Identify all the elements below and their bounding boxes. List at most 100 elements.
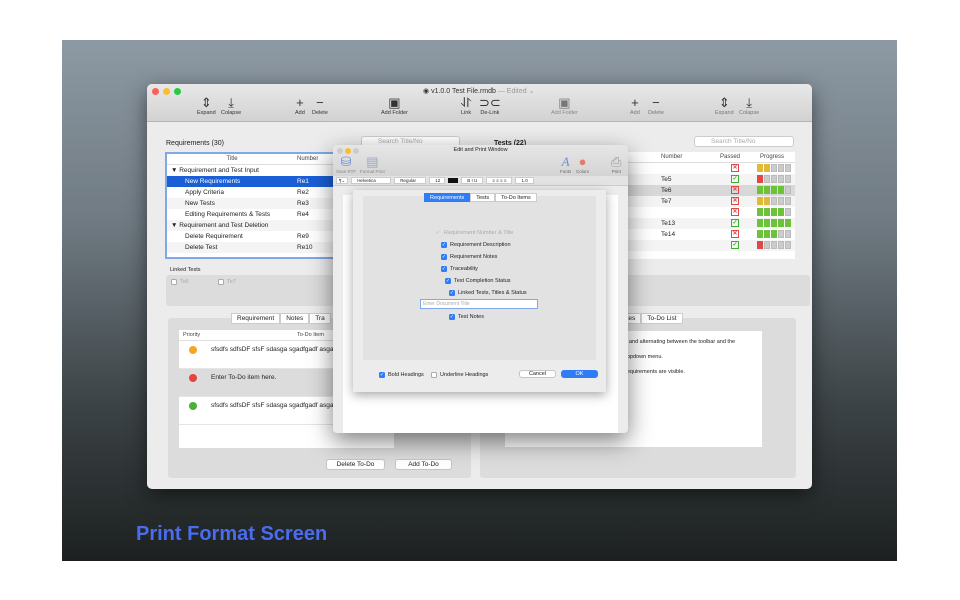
linked-test-checkbox[interactable]: Te6 <box>171 279 189 285</box>
progress-segment <box>757 208 763 216</box>
requirements-table: Title Number ▼ Requirement and Test Input… <box>165 152 337 259</box>
format-print-button[interactable]: ▤ Format Print <box>360 154 385 175</box>
fonts-button[interactable]: A Fonts <box>560 155 571 175</box>
progress-segment <box>785 164 791 172</box>
document-title-input[interactable]: Enter Document Title <box>420 299 538 309</box>
table-row[interactable]: Editing Requirements & Tests Re4 <box>167 209 335 220</box>
dialog-toolbar: Edit and Print Window ⛁ Save RTF ▤ Format … <box>333 145 628 176</box>
delink-button[interactable]: ⊃⊂ De-Link <box>479 96 501 117</box>
underline-headings-checkbox[interactable]: Underline Headings <box>431 372 488 378</box>
row-number: Re10 <box>297 244 313 251</box>
progress-segment <box>778 241 784 249</box>
progress-segment <box>771 175 777 183</box>
delete-button[interactable]: − Delete <box>312 96 328 117</box>
document-icon: ◉ <box>423 88 432 95</box>
collapse-tests-button[interactable]: ⤓ Colapse <box>739 96 759 117</box>
delete-test-button[interactable]: − Delete <box>648 96 664 117</box>
column-number[interactable]: Number <box>661 152 682 163</box>
size-select[interactable]: 12 <box>429 177 446 184</box>
delete-todo-button[interactable]: Delete To-Do <box>326 459 385 470</box>
checkbox-icon: ✓ <box>445 278 451 284</box>
tab-traceability[interactable]: Tra <box>309 313 331 324</box>
colors-button[interactable]: ● Colors <box>576 155 589 175</box>
line-spacing-select[interactable]: 1.0 <box>515 177 534 184</box>
column-number[interactable]: Number <box>297 154 318 164</box>
expand-tests-button[interactable]: ⇕ Expand <box>715 96 734 117</box>
format-icon: ▤ <box>366 154 379 169</box>
print-option-checkbox[interactable]: ✓ Traceability <box>441 266 478 272</box>
print-option-checkbox[interactable]: ✓ Test Completion Status <box>445 278 511 284</box>
failed-x-icon: ✕ <box>731 208 739 216</box>
add-folder-button-right[interactable]: ▣ Add Folder <box>551 96 578 117</box>
priority-dot-icon[interactable] <box>189 346 197 354</box>
dialog-title: Edit and Print Window <box>453 147 508 153</box>
table-row[interactable]: New Requirements Re1 <box>167 176 335 187</box>
alignment-buttons[interactable]: ≡ ≡ ≡ ≡ <box>486 177 513 184</box>
row-number: Te13 <box>661 220 676 227</box>
notes-line: ll and alternating between the toolbar a… <box>625 339 736 345</box>
table-row[interactable]: ▼ Requirement and Test Input <box>167 165 335 176</box>
print-option-checkbox[interactable]: ✓ Requirement Description <box>441 242 511 248</box>
table-row[interactable]: Delete Test Re10 <box>167 242 335 253</box>
progress-segment <box>778 164 784 172</box>
format-bar: ¶⌄ Helvetica Regular 12 B I U ≡ ≡ ≡ ≡ 1.… <box>333 176 628 186</box>
text-color-swatch[interactable] <box>448 178 459 183</box>
collapse-button[interactable]: ⤓ Colapse <box>221 96 241 117</box>
tab-tests[interactable]: Tests <box>470 193 496 202</box>
table-row[interactable]: Delete Requirement Re9 <box>167 231 335 242</box>
expand-button[interactable]: ⇕ Expand <box>197 95 216 117</box>
option-label: Test Completion Status <box>454 278 511 284</box>
close-button[interactable] <box>152 88 159 95</box>
style-select[interactable]: Regular <box>394 177 427 184</box>
column-progress[interactable]: Progress <box>760 152 784 163</box>
zoom-button[interactable] <box>174 88 181 95</box>
font-select[interactable]: Helvetica <box>351 177 392 184</box>
progress-segment <box>771 219 777 227</box>
tab-todo-list[interactable]: To-Do List <box>641 313 683 324</box>
option-label: Linked Tests, Titles & Status <box>458 290 527 296</box>
table-row[interactable]: New Tests Re3 <box>167 198 335 209</box>
requirements-heading: Requirements (30) <box>166 140 224 147</box>
add-folder-button[interactable]: ▣ Add Folder <box>381 96 408 117</box>
print-option-checkbox[interactable]: ✓ Test Notes <box>449 314 484 320</box>
print-option-checkbox[interactable]: ✓ Linked Tests, Titles & Status <box>449 290 527 296</box>
bold-headings-checkbox[interactable]: ✓ Bold Headings <box>379 372 424 378</box>
minimize-button[interactable] <box>163 88 170 95</box>
tab-notes[interactable]: Notes <box>280 313 310 324</box>
linked-test-checkbox[interactable]: Te7 <box>218 279 236 285</box>
row-number: Re2 <box>297 189 309 196</box>
priority-dot-icon[interactable] <box>189 402 197 410</box>
save-rtf-button[interactable]: ⛁ Save RTF <box>336 155 356 175</box>
add-test-button[interactable]: + Add <box>630 96 640 117</box>
tab-requirements[interactable]: Requirements <box>424 193 471 202</box>
edited-menu[interactable]: — Edited ⌄ <box>498 88 535 95</box>
column-title[interactable]: Title <box>167 154 297 164</box>
tab-requirement[interactable]: Requirement <box>231 313 281 324</box>
ok-button[interactable]: OK <box>561 370 598 378</box>
progress-segment <box>778 230 784 238</box>
tests-search-input[interactable]: Search Title/No <box>694 136 794 147</box>
cancel-button[interactable]: Cancel <box>519 370 556 378</box>
print-button[interactable]: ⎙ Print <box>611 155 621 175</box>
table-row[interactable]: Apply Criteria Re2 <box>167 187 335 198</box>
column-todo-item[interactable]: To-Do Item <box>297 330 324 341</box>
add-button[interactable]: + Add <box>295 96 305 117</box>
bold-italic-underline-buttons[interactable]: B I U <box>461 177 484 184</box>
progress-segment <box>771 197 777 205</box>
expand-icon: ⇕ <box>200 95 212 110</box>
progress-indicator <box>757 197 791 205</box>
print-options-sheet: Requirements Tests To-Do Items ✓ Requirem… <box>353 190 606 392</box>
add-todo-button[interactable]: Add To-Do <box>395 459 452 470</box>
table-row[interactable]: ▼ Requirement and Test Deletion <box>167 220 335 231</box>
priority-dot-icon[interactable] <box>189 374 197 382</box>
progress-segment <box>785 208 791 216</box>
tab-todo-items[interactable]: To-Do Items <box>495 193 537 202</box>
failed-x-icon: ✕ <box>731 230 739 238</box>
column-priority[interactable]: Priority <box>183 330 200 341</box>
link-button[interactable]: ⥯ Link <box>461 96 471 117</box>
progress-indicator <box>757 164 791 172</box>
progress-segment <box>771 230 777 238</box>
print-option-checkbox[interactable]: ✓ Requirement Notes <box>441 254 497 260</box>
column-passed[interactable]: Passed <box>720 152 740 163</box>
paragraph-style-select[interactable]: ¶⌄ <box>336 177 349 184</box>
